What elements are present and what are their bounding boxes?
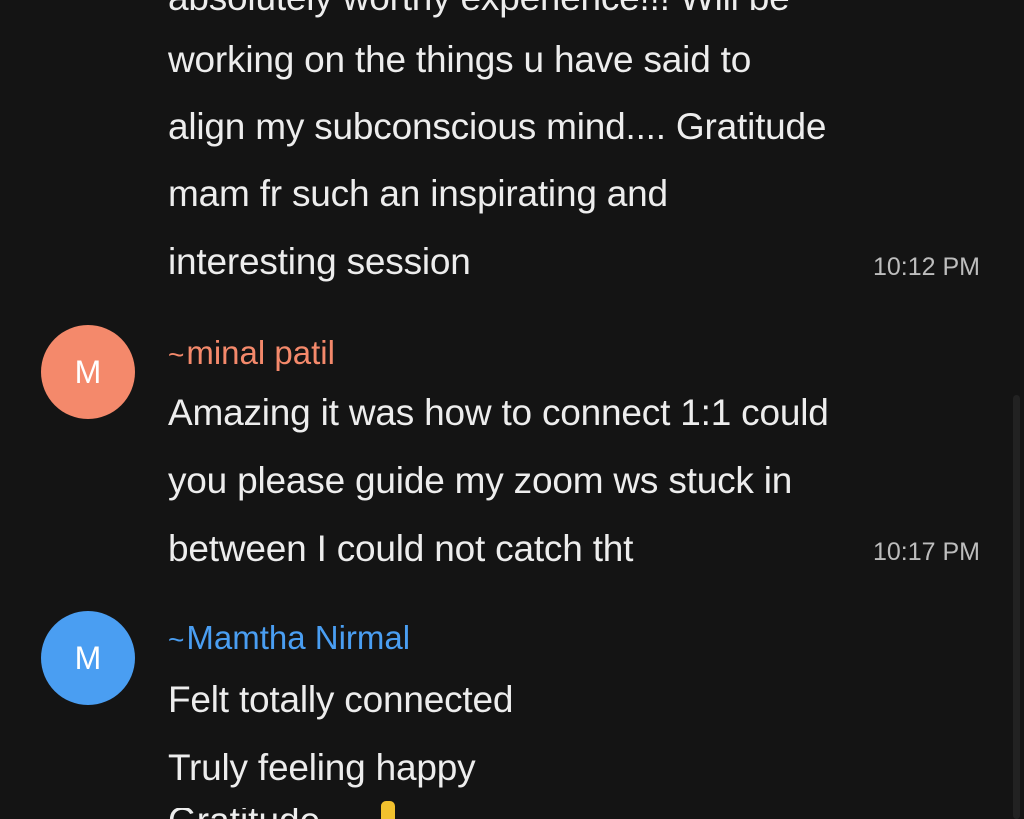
message-line: Felt totally connected xyxy=(168,679,514,720)
message-line: Amazing it was how to connect 1:1 could xyxy=(168,392,829,433)
message-line: between I could not catch tht xyxy=(168,528,634,569)
raised-hand-emoji-icon xyxy=(381,801,395,819)
avatar[interactable]: M xyxy=(41,325,135,419)
sender-prefix: ~ xyxy=(168,339,185,370)
message-line: working on the things u have said to xyxy=(168,39,752,80)
message-line: align my subconscious mind.... Gratitude xyxy=(168,106,827,147)
message-line: interesting session xyxy=(168,241,471,282)
message-line: Truly feeling happy xyxy=(168,747,476,788)
message-line: Gratitude xyxy=(168,808,320,819)
chat-view[interactable]: absolutely worthy experience!!! Will be … xyxy=(0,0,1024,819)
message-timestamp: 10:12 PM xyxy=(872,253,980,281)
sender-name-text: minal patil xyxy=(186,334,335,371)
message-timestamp: 10:17 PM xyxy=(872,538,980,566)
sender-name[interactable]: ~minal patil xyxy=(168,335,335,373)
message-line: you please guide my zoom ws stuck in xyxy=(168,460,793,501)
sender-name[interactable]: ~Mamtha Nirmal xyxy=(168,620,410,658)
sender-prefix: ~ xyxy=(168,624,185,655)
avatar[interactable]: M xyxy=(41,611,135,705)
sender-name-text: Mamtha Nirmal xyxy=(186,619,411,656)
scrollbar[interactable] xyxy=(1013,395,1020,819)
message-line-partial: Gratitude xyxy=(168,808,368,819)
message-line: mam fr such an inspirating and xyxy=(168,173,668,214)
message-line: absolutely worthy experience!!! Will be xyxy=(168,0,790,18)
